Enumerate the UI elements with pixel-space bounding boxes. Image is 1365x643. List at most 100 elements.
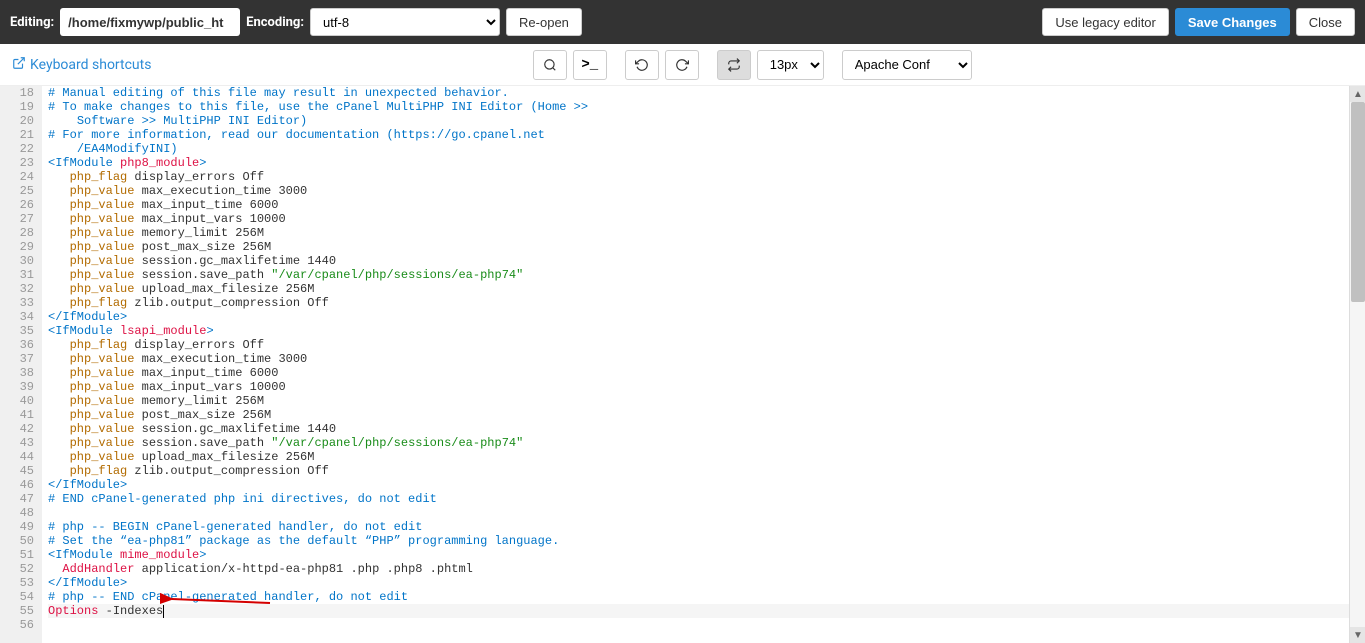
scroll-up-icon[interactable]: ▲ [1350, 86, 1365, 102]
line-number: 32 [0, 282, 34, 296]
code-line[interactable] [48, 618, 1365, 632]
line-number: 49 [0, 520, 34, 534]
save-changes-button[interactable]: Save Changes [1175, 8, 1290, 36]
line-number: 23 [0, 156, 34, 170]
topbar-left: Editing: Encoding: utf-8 Re-open [10, 8, 582, 36]
encoding-label: Encoding: [246, 15, 304, 30]
line-number: 48 [0, 506, 34, 520]
code-line[interactable]: php_value upload_max_filesize 256M [48, 450, 1365, 464]
line-number: 25 [0, 184, 34, 198]
wrap-button[interactable] [717, 50, 751, 80]
code-line[interactable]: # Manual editing of this file may result… [48, 86, 1365, 100]
keyboard-shortcuts-link[interactable]: Keyboard shortcuts [12, 56, 151, 74]
code-line[interactable]: # php -- BEGIN cPanel-generated handler,… [48, 520, 1365, 534]
terminal-button[interactable]: >_ [573, 50, 607, 80]
code-line[interactable]: Options -Indexes [48, 604, 1365, 618]
line-number: 20 [0, 114, 34, 128]
line-number: 21 [0, 128, 34, 142]
code-line[interactable] [48, 506, 1365, 520]
code-line[interactable]: AddHandler application/x-httpd-ea-php81 … [48, 562, 1365, 576]
line-number: 45 [0, 464, 34, 478]
code-line[interactable]: php_value max_execution_time 3000 [48, 184, 1365, 198]
code-line[interactable]: # END cPanel-generated php ini directive… [48, 492, 1365, 506]
line-number: 33 [0, 296, 34, 310]
code-line[interactable]: php_value max_input_vars 10000 [48, 212, 1365, 226]
line-number: 27 [0, 212, 34, 226]
topbar-right: Use legacy editor Save Changes Close [1042, 8, 1355, 36]
redo-button[interactable] [665, 50, 699, 80]
code-line[interactable]: /EA4ModifyINI) [48, 142, 1365, 156]
vertical-scrollbar[interactable]: ▲ ▼ [1349, 86, 1365, 643]
font-size-select[interactable]: 13px [757, 50, 824, 80]
code-line[interactable]: php_value session.gc_maxlifetime 1440 [48, 254, 1365, 268]
code-line[interactable]: Software >> MultiPHP INI Editor) [48, 114, 1365, 128]
legacy-editor-button[interactable]: Use legacy editor [1042, 8, 1168, 36]
code-line[interactable]: </IfModule> [48, 576, 1365, 590]
code-line[interactable]: php_value post_max_size 256M [48, 408, 1365, 422]
reopen-button[interactable]: Re-open [506, 8, 582, 36]
code-line[interactable]: <IfModule lsapi_module> [48, 324, 1365, 338]
code-line[interactable]: php_value memory_limit 256M [48, 394, 1365, 408]
language-select[interactable]: Apache Conf [842, 50, 972, 80]
line-number: 29 [0, 240, 34, 254]
code-line[interactable]: php_flag display_errors Off [48, 338, 1365, 352]
code-line[interactable]: php_flag display_errors Off [48, 170, 1365, 184]
code-line[interactable]: php_value max_input_vars 10000 [48, 380, 1365, 394]
line-number: 47 [0, 492, 34, 506]
line-number: 55 [0, 604, 34, 618]
code-line[interactable]: php_value upload_max_filesize 256M [48, 282, 1365, 296]
line-number: 35 [0, 324, 34, 338]
code-line[interactable]: # For more information, read our documen… [48, 128, 1365, 142]
code-line[interactable]: # Set the “ea-php81” package as the defa… [48, 534, 1365, 548]
close-button[interactable]: Close [1296, 8, 1355, 36]
line-number: 18 [0, 86, 34, 100]
scrollbar-thumb[interactable] [1351, 102, 1365, 302]
scroll-down-icon[interactable]: ▼ [1350, 627, 1365, 643]
code-line[interactable]: php_flag zlib.output_compression Off [48, 296, 1365, 310]
editor-area[interactable]: 1819202122232425262728293031323334353637… [0, 86, 1365, 643]
line-number: 22 [0, 142, 34, 156]
line-number: 38 [0, 366, 34, 380]
line-number: 43 [0, 436, 34, 450]
code-line[interactable]: # To make changes to this file, use the … [48, 100, 1365, 114]
line-number: 52 [0, 562, 34, 576]
line-number-gutter: 1819202122232425262728293031323334353637… [0, 86, 42, 643]
code-line[interactable]: php_value max_execution_time 3000 [48, 352, 1365, 366]
editing-label: Editing: [10, 15, 54, 30]
line-number: 56 [0, 618, 34, 632]
code-line[interactable]: php_value session.gc_maxlifetime 1440 [48, 422, 1365, 436]
code-line[interactable]: </IfModule> [48, 478, 1365, 492]
line-number: 36 [0, 338, 34, 352]
line-number: 50 [0, 534, 34, 548]
line-number: 44 [0, 450, 34, 464]
line-number: 26 [0, 198, 34, 212]
code-line[interactable]: php_value session.save_path "/var/cpanel… [48, 436, 1365, 450]
line-number: 41 [0, 408, 34, 422]
code-line[interactable]: <IfModule mime_module> [48, 548, 1365, 562]
code-line[interactable]: php_value max_input_time 6000 [48, 366, 1365, 380]
line-number: 28 [0, 226, 34, 240]
line-number: 51 [0, 548, 34, 562]
line-number: 34 [0, 310, 34, 324]
code-line[interactable]: php_flag zlib.output_compression Off [48, 464, 1365, 478]
code-line[interactable]: php_value session.save_path "/var/cpanel… [48, 268, 1365, 282]
line-number: 30 [0, 254, 34, 268]
search-button[interactable] [533, 50, 567, 80]
code-line[interactable]: # php -- END cPanel-generated handler, d… [48, 590, 1365, 604]
code-line[interactable]: php_value max_input_time 6000 [48, 198, 1365, 212]
topbar: Editing: Encoding: utf-8 Re-open Use leg… [0, 0, 1365, 44]
external-link-icon [12, 56, 26, 74]
toolbar-center: >_ 13px Apache Conf [533, 50, 972, 80]
line-number: 19 [0, 100, 34, 114]
code-line[interactable]: php_value memory_limit 256M [48, 226, 1365, 240]
code-line[interactable]: <IfModule php8_module> [48, 156, 1365, 170]
line-number: 42 [0, 422, 34, 436]
path-input[interactable] [60, 8, 240, 36]
code-content[interactable]: # Manual editing of this file may result… [42, 86, 1365, 643]
line-number: 46 [0, 478, 34, 492]
encoding-select[interactable]: utf-8 [310, 8, 500, 36]
code-line[interactable]: php_value post_max_size 256M [48, 240, 1365, 254]
undo-button[interactable] [625, 50, 659, 80]
keyboard-shortcuts-label: Keyboard shortcuts [30, 57, 151, 73]
code-line[interactable]: </IfModule> [48, 310, 1365, 324]
